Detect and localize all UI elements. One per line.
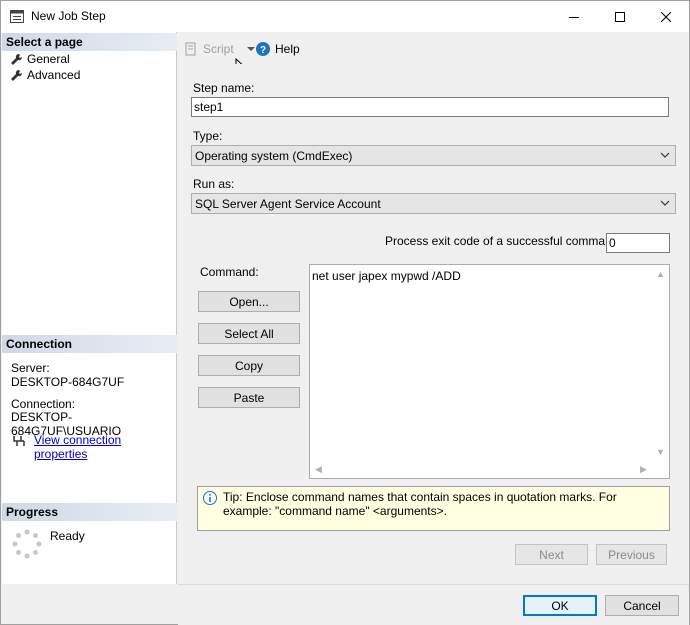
wrench-icon	[11, 53, 23, 65]
title-bar: New Job Step	[1, 1, 689, 32]
run-as-select[interactable]: SQL Server Agent Service Account	[191, 193, 676, 214]
step-name-input[interactable]	[191, 97, 669, 117]
connection-header: Connection	[2, 335, 177, 353]
select-page-header: Select a page	[2, 33, 177, 51]
chevron-down-icon	[660, 152, 670, 158]
maximize-button[interactable]	[597, 1, 643, 32]
paste-button[interactable]: Paste	[198, 387, 300, 408]
svg-text:?: ?	[260, 45, 266, 56]
help-icon: ?	[256, 42, 270, 56]
sidebar-item-label: General	[27, 52, 70, 66]
command-text: net user japex mypwd /ADD	[312, 269, 461, 283]
run-as-select-value: SQL Server Agent Service Account	[195, 197, 381, 211]
close-button[interactable]	[643, 1, 689, 32]
progress-status: Ready	[50, 529, 85, 543]
previous-button[interactable]: Previous	[596, 544, 667, 565]
scroll-down-icon[interactable]: ▼	[656, 447, 665, 457]
chevron-down-icon[interactable]	[239, 44, 257, 54]
script-button-label: Script	[203, 42, 234, 56]
vertical-scrollbar[interactable]: ▲ ▼	[652, 265, 669, 461]
window-title: New Job Step	[31, 9, 106, 23]
horizontal-scrollbar[interactable]: ◀ ▶	[310, 461, 654, 478]
command-label: Command:	[200, 265, 259, 279]
sidebar-item-advanced[interactable]: Advanced	[10, 68, 80, 82]
open-button[interactable]: Open...	[198, 291, 300, 312]
cancel-button[interactable]: Cancel	[605, 595, 679, 616]
copy-button[interactable]: Copy	[198, 355, 300, 376]
maximize-icon	[615, 11, 625, 22]
progress-header: Progress	[2, 503, 177, 521]
command-textarea[interactable]: net user japex mypwd /ADD ▲ ▼ ◀ ▶	[309, 264, 670, 479]
help-button[interactable]: ? Help	[256, 42, 300, 56]
help-button-label: Help	[275, 42, 300, 56]
close-icon	[661, 11, 671, 22]
wrench-icon	[11, 69, 23, 81]
sidebar-item-general[interactable]: General	[10, 52, 70, 66]
minimize-button[interactable]	[551, 1, 597, 32]
chevron-down-icon	[660, 200, 670, 206]
scroll-left-icon[interactable]: ◀	[315, 464, 322, 475]
general-page: Step name: Type: Operating system (CmdEx…	[178, 64, 689, 584]
tip-box: Tip: Enclose command names that contain …	[197, 486, 670, 531]
type-label: Type:	[193, 129, 223, 143]
select-all-button[interactable]: Select All	[198, 323, 300, 344]
ok-button[interactable]: OK	[523, 595, 597, 616]
scroll-up-icon[interactable]: ▲	[656, 269, 665, 279]
job-step-dialog: New Job Step Select a page General Advan…	[0, 0, 690, 625]
info-icon	[203, 491, 217, 505]
view-connection-properties-link[interactable]: View connection properties	[34, 433, 176, 461]
exit-code-label: Process exit code of a successful comman…	[385, 234, 622, 248]
script-button[interactable]: Script	[184, 42, 257, 56]
connection-label: Connection:	[11, 397, 76, 411]
type-select[interactable]: Operating system (CmdExec)	[191, 145, 676, 166]
dialog-footer: OK Cancel	[178, 584, 689, 625]
server-label: Server:	[11, 361, 50, 375]
next-button[interactable]: Next	[515, 544, 588, 565]
type-select-value: Operating system (CmdExec)	[195, 149, 353, 163]
server-value: DESKTOP-684G7UF	[11, 375, 125, 389]
window-app-icon	[10, 10, 24, 23]
toolbar: Script ? Help	[178, 32, 689, 78]
exit-code-input[interactable]	[606, 233, 670, 253]
sidebar-item-label: Advanced	[27, 68, 81, 82]
tip-text: Tip: Enclose command names that contain …	[223, 490, 617, 518]
run-as-label: Run as:	[193, 177, 235, 191]
scroll-right-icon[interactable]: ▶	[640, 464, 647, 475]
script-icon	[185, 42, 196, 56]
sidebar: Select a page General Advanced Connectio…	[2, 32, 177, 584]
minimize-icon	[569, 16, 579, 18]
connection-properties-icon	[13, 436, 25, 446]
step-name-label: Step name:	[193, 81, 255, 95]
progress-spinner-icon	[12, 529, 42, 559]
